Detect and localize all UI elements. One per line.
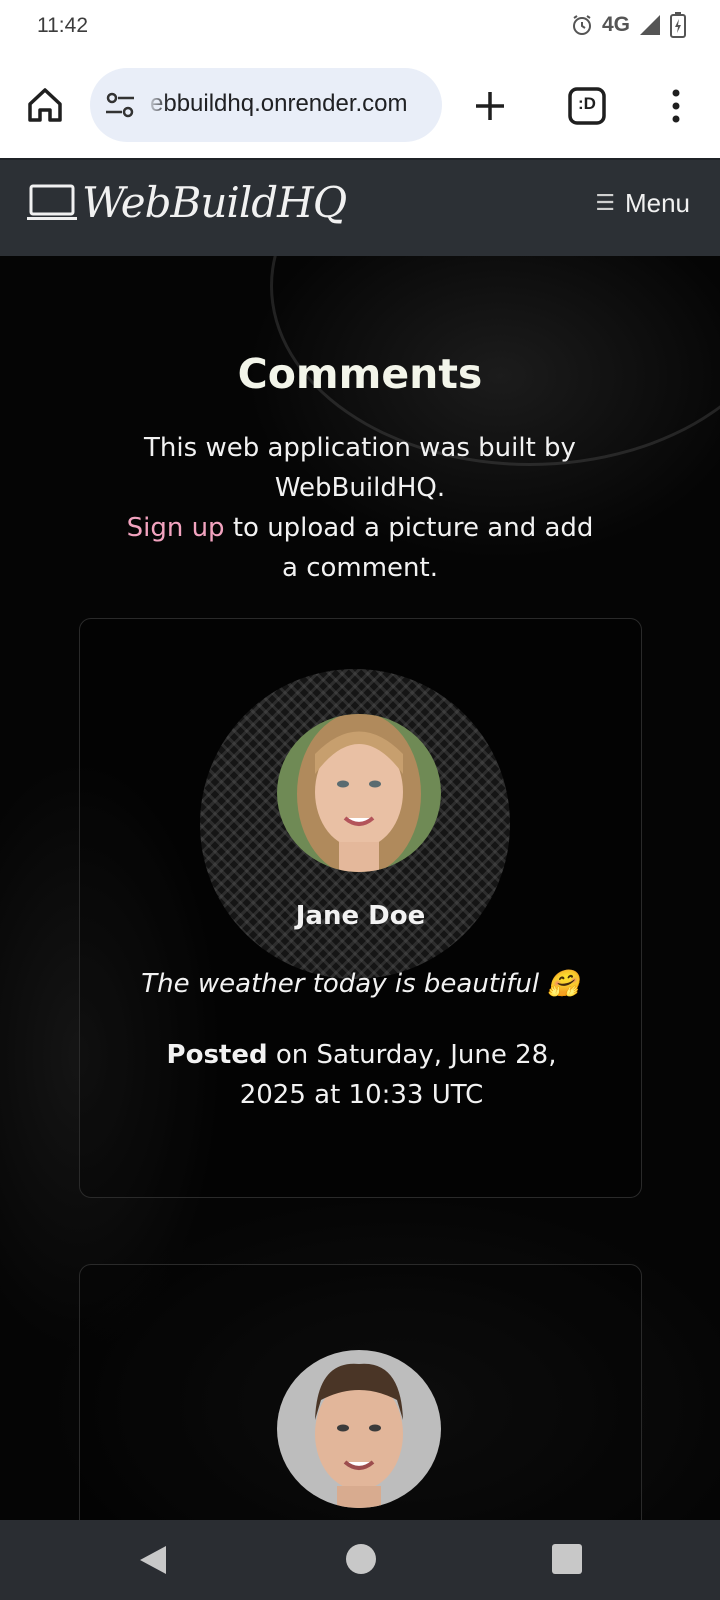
status-bar: 11:42 4G	[0, 0, 720, 54]
browser-toolbar: ebbuildhq.onrender.com :D	[0, 54, 720, 160]
tab-count-label: :D	[578, 94, 596, 113]
sign-up-link[interactable]: Sign up	[127, 513, 225, 543]
menu-label: Menu	[624, 188, 690, 218]
comment-author: Jane Doe	[295, 901, 426, 931]
site-navbar: WebBuildHQ ☰ Menu	[0, 160, 720, 256]
intro-text: This web application was built by WebBui…	[120, 428, 600, 588]
avatar	[277, 1350, 441, 1508]
brand-link[interactable]: WebBuildHQ	[26, 178, 347, 227]
more-vert-icon	[672, 89, 680, 123]
new-tab-icon	[476, 92, 504, 120]
home-button[interactable]	[22, 82, 68, 128]
avatar	[277, 714, 441, 872]
address-bar[interactable]: ebbuildhq.onrender.com	[90, 68, 442, 142]
avatar-image-jane	[277, 714, 441, 872]
comment-meta: Posted on Saturday, June 28, 2025 at 10:…	[140, 1035, 583, 1115]
recents-icon[interactable]	[552, 1544, 582, 1574]
tab-switcher-button[interactable]: :D	[565, 84, 609, 128]
network-type: 4G	[601, 13, 630, 36]
more-options-button[interactable]	[654, 84, 698, 128]
status-icons: 4G	[570, 12, 686, 38]
hamburger-icon: ☰	[595, 191, 615, 216]
main-content: Comments This web application was built …	[0, 256, 720, 1520]
back-icon[interactable]	[136, 1542, 172, 1578]
home-icon	[28, 88, 62, 122]
url-fade	[146, 68, 168, 142]
menu-button[interactable]: ☰ Menu	[595, 188, 690, 219]
comment-text: The weather today is beautiful 🤗	[141, 969, 580, 999]
posted-date: on Saturday, June 28, 2025 at 10:33 UTC	[239, 1040, 557, 1110]
url-text: ebbuildhq.onrender.com	[150, 90, 408, 117]
posted-label: Posted	[166, 1040, 268, 1070]
signal-icon	[640, 15, 660, 35]
comment-card: Jane Doe The weather today is beautiful …	[79, 618, 642, 1198]
status-time: 11:42	[37, 14, 88, 37]
brand-name: WebBuildHQ	[82, 178, 347, 227]
page-title: Comments	[237, 350, 483, 398]
laptop-icon	[27, 184, 77, 220]
site-settings-icon[interactable]	[104, 90, 136, 120]
new-tab-button[interactable]	[468, 84, 512, 128]
home-circle-icon[interactable]	[346, 1544, 376, 1574]
system-nav-bar	[0, 1520, 720, 1600]
avatar-image-male	[277, 1350, 441, 1508]
intro-line-2: to upload a picture and add a comment.	[224, 513, 594, 583]
comment-card	[79, 1264, 642, 1520]
intro-line-1: This web application was built by WebBui…	[144, 433, 576, 503]
alarm-icon	[572, 15, 591, 35]
battery-charging-icon	[670, 12, 686, 38]
